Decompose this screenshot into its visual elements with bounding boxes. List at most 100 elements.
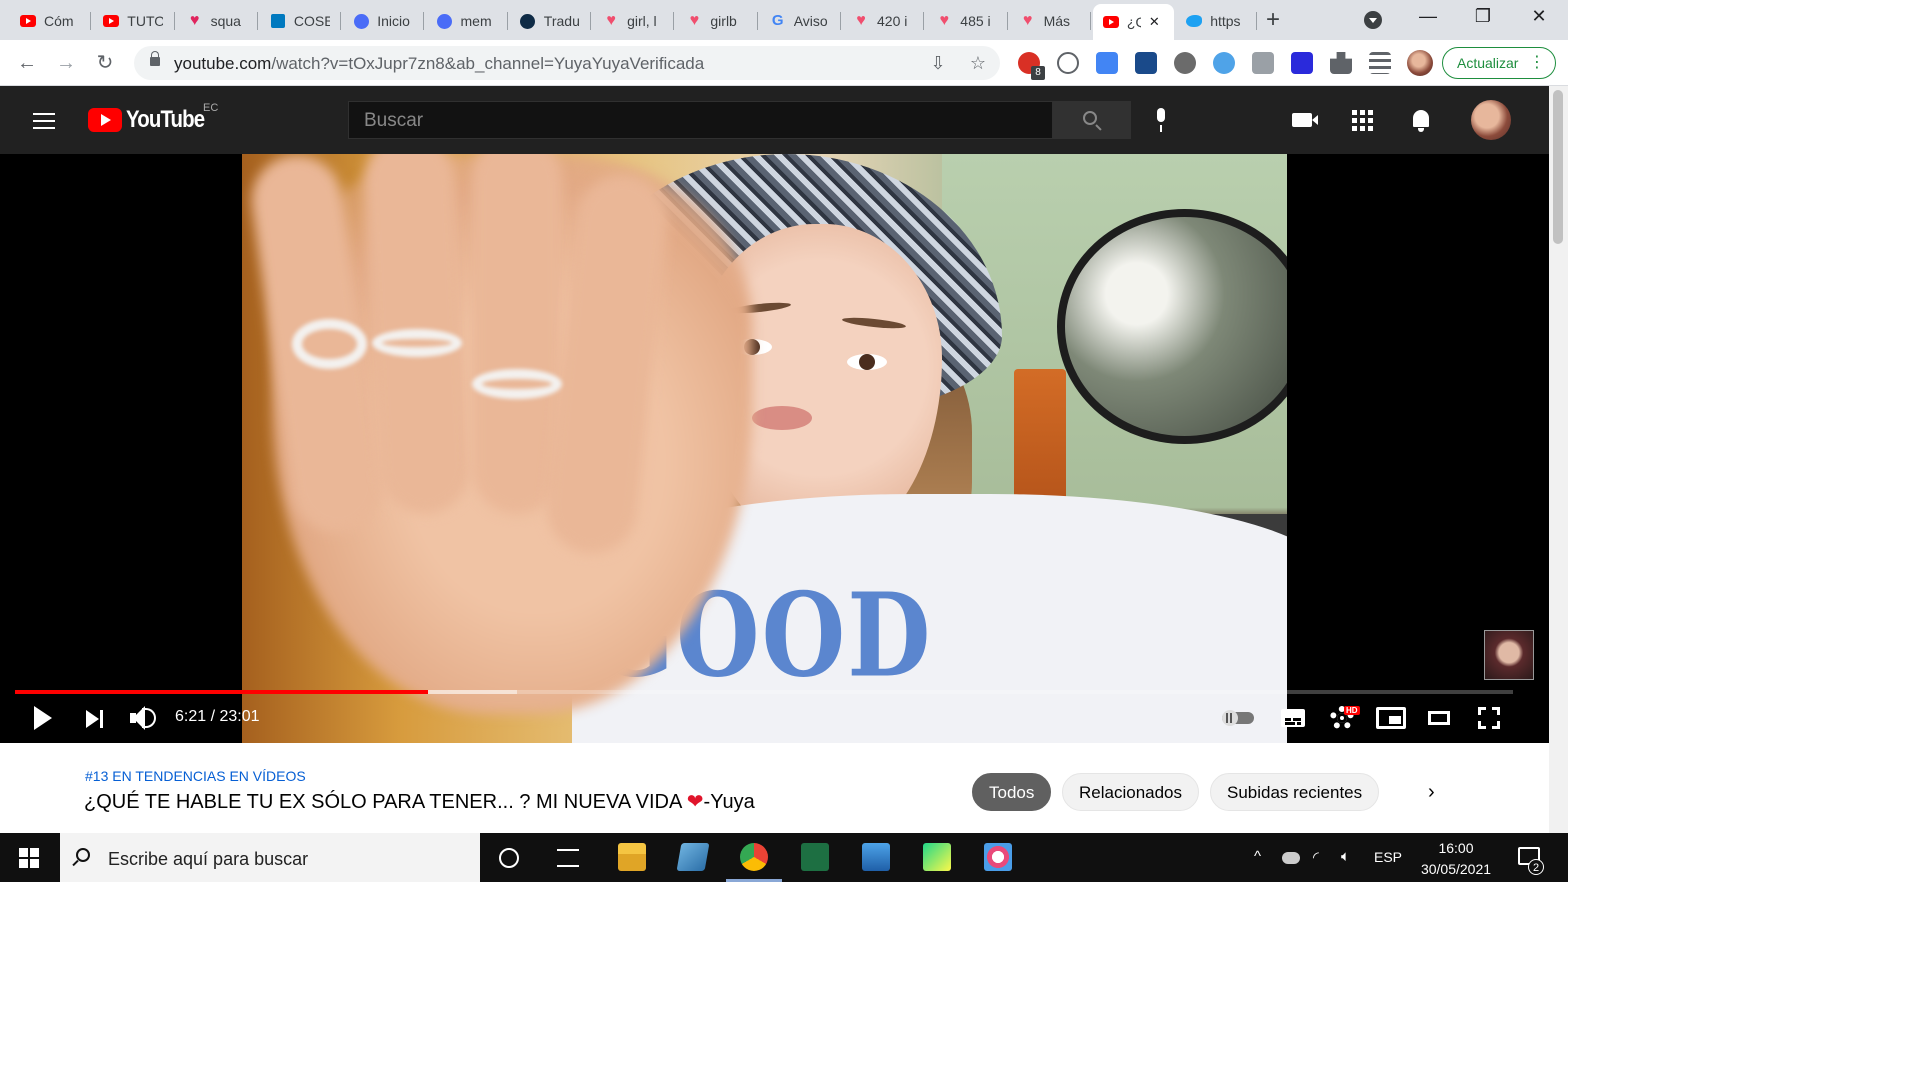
windows-start-icon[interactable] [19,848,39,868]
browser-tab[interactable]: Tradu [510,4,592,38]
play-icon[interactable] [34,706,54,730]
deepl-icon [520,13,536,29]
onedrive-error-icon[interactable] [1282,852,1300,864]
profile-avatar-icon[interactable] [1407,50,1433,76]
translate-extension-icon[interactable] [1096,52,1118,74]
theater-mode-icon[interactable] [1428,711,1450,725]
autoplay-toggle[interactable] [1222,710,1254,726]
country-code: EC [203,102,219,114]
miniplayer-icon[interactable] [1376,707,1406,729]
youtube-masthead: YouTube EC Buscar [0,86,1549,154]
tab-separator [90,12,92,30]
task-view-icon[interactable] [557,849,579,867]
code-extension-icon[interactable] [1252,52,1274,74]
heart-icon: ♥ [939,12,950,29]
cortana-icon[interactable] [499,848,519,868]
silver-ring [292,319,367,369]
browser-tab[interactable]: G Aviso [760,4,841,38]
tab-search-icon[interactable] [1364,11,1382,29]
notes-app-icon[interactable] [676,843,710,871]
search-extension-icon[interactable] [1213,52,1235,74]
chrome-icon[interactable] [740,843,768,871]
photos-icon[interactable] [862,843,890,871]
clock[interactable]: 16:00 30/05/2021 [1416,838,1496,880]
tab-title: girl, l [627,13,657,29]
show-hidden-icons-chevron-icon[interactable]: ^ [1254,848,1261,865]
video-player[interactable]: GOOD 6:21 / 23:01 HD [0,154,1549,743]
chip-relacionados[interactable]: Relacionados [1062,773,1200,811]
channel-watermark[interactable] [1484,630,1534,680]
chip-todos[interactable]: Todos [972,773,1052,811]
address-bar[interactable]: youtube.com/watch?v=tOxJupr7zn8&ab_chann… [134,46,1000,80]
reader-extension-icon[interactable] [1135,52,1157,74]
file-explorer-icon[interactable] [618,843,646,871]
bug-extension-icon[interactable] [1174,52,1196,74]
notifications-bell-icon[interactable] [1411,110,1431,132]
browser-tab[interactable]: mem [427,4,508,38]
youtube-search-button[interactable] [1053,101,1131,139]
forward-icon[interactable]: → [53,50,79,76]
subtitles-icon[interactable] [1281,709,1305,727]
tab-separator [1006,12,1008,30]
language-indicator[interactable]: ESP [1374,849,1402,865]
chevron-right-icon[interactable]: › [1428,781,1435,804]
install-app-icon[interactable]: ⇩ [928,53,948,73]
browser-tab[interactable]: https [1176,4,1258,38]
scrollbar-thumb[interactable] [1553,90,1563,244]
voice-search-icon[interactable] [1154,108,1168,134]
notification-count-badge: 2 [1528,859,1544,875]
back-icon[interactable]: ← [14,50,40,76]
youtube-logo[interactable]: YouTube [88,106,218,133]
trending-link[interactable]: #13 EN TENDENCIAS EN VÍDEOS [85,768,306,784]
apps-grid-icon[interactable] [1352,110,1373,131]
heart-icon: ♥ [189,12,200,29]
account-avatar[interactable] [1471,100,1511,140]
wifi-icon[interactable]: ◜ [1313,848,1319,866]
chip-subidas-recientes[interactable]: Subidas recientes [1210,773,1380,811]
bookmark-star-icon[interactable]: ☆ [968,53,988,73]
browser-tab[interactable]: ♥ Más [1010,4,1091,38]
browser-tab[interactable]: Inicio [343,4,425,38]
heart-icon: ♥ [606,12,616,29]
video-frame[interactable]: GOOD [242,154,1287,743]
block-extension-icon[interactable] [1057,52,1079,74]
browser-tab[interactable]: COSE [260,4,342,38]
reload-icon[interactable]: ↻ [92,50,118,76]
restore-window-button[interactable]: ❐ [1460,6,1506,27]
media-control-icon[interactable] [1369,52,1391,74]
close-tab-icon[interactable]: ✕ [1149,14,1160,30]
pycharm-icon[interactable] [923,843,951,871]
browser-tab[interactable]: ♥ 485 i [926,4,1008,38]
new-tab-button[interactable]: + [1266,8,1280,32]
paint-app-icon[interactable] [984,843,1012,871]
j-extension-icon[interactable] [1291,52,1313,74]
excel-icon[interactable] [801,843,829,871]
search-icon [76,848,90,862]
fullscreen-icon[interactable] [1478,707,1500,729]
close-window-button[interactable]: ✕ [1516,6,1562,27]
browser-tab[interactable]: ¿Q ✕ [1092,4,1175,40]
browser-tab[interactable]: ♥ 420 i [843,4,925,38]
browser-tab[interactable]: ♥ girlb [676,4,758,38]
browser-tab[interactable]: ♥ girl, l [593,4,675,38]
taskbar-search-placeholder: Escribe aquí para buscar [108,849,309,869]
guide-menu-icon[interactable] [33,113,55,129]
menu-dots-icon[interactable]: ⋮ [1529,48,1545,78]
minimize-window-button[interactable]: — [1405,6,1451,27]
tab-title: Más [1043,13,1071,29]
tab-separator [506,12,508,30]
lock-icon[interactable] [150,51,160,66]
browser-tab[interactable]: Cóm [10,4,92,38]
heart-icon: ♥ [689,12,700,29]
video-title-suffix: -Yuya [703,791,755,813]
taskbar-search-input[interactable]: Escribe aquí para buscar [60,833,480,882]
tab-separator [1256,12,1258,30]
browser-tab[interactable]: ♥ squa [177,4,258,38]
speaker-icon[interactable]: 🔈︎ [1341,848,1350,865]
next-video-icon[interactable] [86,710,106,728]
create-video-icon[interactable] [1292,113,1318,127]
youtube-search-input[interactable]: Buscar [348,101,1053,139]
browser-tab[interactable]: TUTO [93,4,175,38]
tab-separator [1089,12,1091,30]
update-chrome-button[interactable]: Actualizar ⋮ [1442,47,1556,79]
